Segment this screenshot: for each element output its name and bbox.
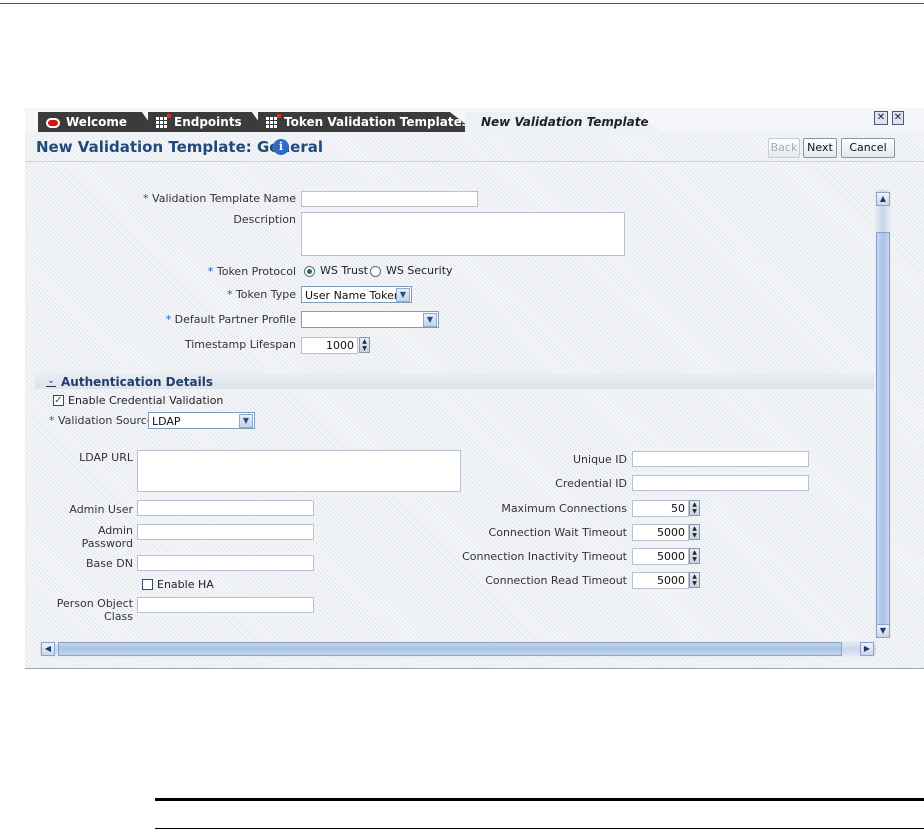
- token-protocol-label: * Token Protocol: [207, 265, 296, 278]
- grid-icon: [156, 113, 171, 129]
- person-object-class-label: Person Object Class: [56, 597, 133, 623]
- read-timeout-label: Connection Read Timeout: [485, 574, 627, 587]
- wait-timeout-spinner[interactable]: ▲ ▼: [689, 524, 700, 540]
- unique-id-input[interactable]: [632, 451, 809, 467]
- ldap-url-textarea[interactable]: [137, 450, 461, 492]
- chevron-down-icon: ▼: [396, 288, 410, 302]
- timestamp-spinner[interactable]: ▲ ▼: [359, 337, 370, 353]
- timestamp-lifespan-input[interactable]: 1000: [301, 337, 358, 354]
- chevron-down-icon: ▼: [239, 414, 253, 428]
- scroll-down-icon[interactable]: ▼: [876, 624, 890, 638]
- tab-new-validation-template[interactable]: New Validation Template: [465, 112, 661, 132]
- token-type-label: * Token Type: [226, 288, 296, 301]
- validation-source-label: * Validation Source: [49, 414, 154, 427]
- cancel-button[interactable]: Cancel: [841, 138, 895, 158]
- base-dn-label: Base DN: [86, 557, 133, 570]
- collapse-icon[interactable]: ⌄: [46, 377, 56, 387]
- top-rule: [0, 3, 924, 4]
- info-icon[interactable]: i: [273, 139, 289, 155]
- read-timeout-input[interactable]: 5000: [632, 572, 689, 589]
- validation-template-name-input[interactable]: [301, 191, 478, 207]
- horizontal-scroll-thumb[interactable]: [58, 642, 842, 656]
- admin-user-label: Admin User: [69, 503, 133, 516]
- unique-id-label: Unique ID: [572, 453, 627, 466]
- default-partner-profile-select[interactable]: ▼: [301, 311, 439, 328]
- description-textarea[interactable]: [301, 212, 625, 256]
- tab-endpoints[interactable]: Endpoints: [148, 112, 266, 132]
- ws-security-radio[interactable]: [370, 266, 381, 277]
- description-label: Description: [233, 213, 296, 226]
- validation-source-select[interactable]: LDAP ▼: [148, 412, 255, 429]
- wait-timeout-label: Connection Wait Timeout: [488, 526, 627, 539]
- enable-ha-checkbox[interactable]: [142, 579, 153, 590]
- ws-security-label: WS Security: [386, 264, 453, 277]
- inactivity-timeout-label: Connection Inactivity Timeout: [462, 550, 627, 563]
- admin-password-label: Admin Password: [81, 524, 133, 550]
- footer-rule-thick: [155, 798, 924, 801]
- admin-password-input[interactable]: [137, 524, 314, 540]
- close-all-icon[interactable]: ✕: [892, 111, 904, 125]
- scroll-right-icon[interactable]: ▶: [860, 642, 874, 656]
- ws-trust-label: WS Trust: [320, 264, 368, 277]
- grid-icon: [266, 113, 281, 129]
- scroll-left-icon[interactable]: ◀: [41, 642, 55, 656]
- timestamp-lifespan-label: Timestamp Lifespan: [184, 338, 296, 351]
- chevron-down-icon: ▼: [423, 313, 437, 327]
- max-connections-spinner[interactable]: ▲ ▼: [689, 500, 700, 516]
- enable-credential-validation-checkbox[interactable]: ✓: [53, 395, 64, 406]
- oracle-icon: [46, 117, 60, 128]
- admin-user-input[interactable]: [137, 500, 314, 516]
- partner-profile-label: * Default Partner Profile: [165, 313, 296, 326]
- name-label: * Validation Template Name: [143, 192, 296, 205]
- token-type-select[interactable]: User Name Token ▼: [301, 286, 412, 303]
- back-button[interactable]: Back: [768, 138, 800, 158]
- credential-id-input[interactable]: [632, 475, 809, 491]
- max-connections-input[interactable]: 50: [632, 500, 689, 517]
- read-timeout-spinner[interactable]: ▲ ▼: [689, 572, 700, 588]
- max-connections-label: Maximum Connections: [501, 502, 627, 515]
- inactivity-timeout-input[interactable]: 5000: [632, 548, 689, 565]
- ws-trust-radio[interactable]: [304, 266, 315, 277]
- enable-credential-validation-label: Enable Credential Validation: [68, 394, 224, 407]
- enable-ha-label: Enable HA: [157, 578, 214, 591]
- next-button[interactable]: Next: [803, 138, 837, 158]
- tab-welcome[interactable]: Welcome: [38, 112, 156, 132]
- scroll-up-icon[interactable]: ▲: [876, 192, 890, 206]
- ldap-url-label: LDAP URL: [79, 451, 133, 464]
- credential-id-label: Credential ID: [555, 477, 627, 490]
- close-tab-icon[interactable]: ✕: [874, 111, 888, 125]
- vertical-scroll-thumb[interactable]: [876, 232, 890, 627]
- auth-section-title: Authentication Details: [61, 375, 213, 389]
- wait-timeout-input[interactable]: 5000: [632, 524, 689, 541]
- tab-token-validation-templates[interactable]: Token Validation Templates: [258, 112, 476, 132]
- person-object-class-input[interactable]: [137, 597, 314, 613]
- inactivity-timeout-spinner[interactable]: ▲ ▼: [689, 548, 700, 564]
- base-dn-input[interactable]: [137, 555, 314, 571]
